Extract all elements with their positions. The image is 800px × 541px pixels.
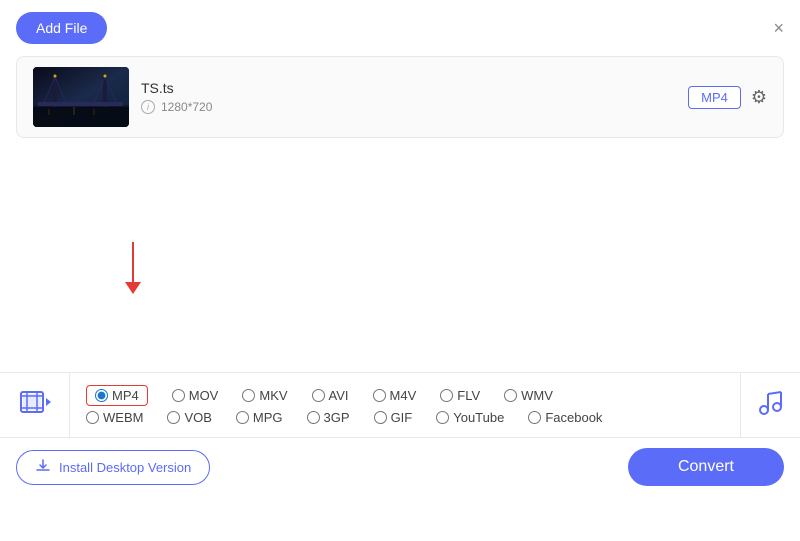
format-row-1: MP4 MOV MKV AVI M4V FLV <box>86 385 724 406</box>
format-option-avi[interactable]: AVI <box>312 388 349 403</box>
add-file-button[interactable]: Add File <box>16 12 107 44</box>
install-download-icon <box>35 458 51 477</box>
format-option-mkv[interactable]: MKV <box>242 388 287 403</box>
format-radio-facebook[interactable] <box>528 411 541 424</box>
install-label: Install Desktop Version <box>59 460 191 475</box>
file-name: TS.ts <box>141 80 676 96</box>
format-radio-avi[interactable] <box>312 389 325 402</box>
video-icon <box>19 386 51 425</box>
format-label-gif: GIF <box>391 410 413 425</box>
arrow-indicator <box>125 242 141 294</box>
format-option-wmv[interactable]: WMV <box>504 388 553 403</box>
format-option-youtube[interactable]: YouTube <box>436 410 504 425</box>
format-label-avi: AVI <box>329 388 349 403</box>
convert-button[interactable]: Convert <box>628 448 784 486</box>
format-panel: MP4 MOV MKV AVI M4V FLV <box>0 372 800 438</box>
info-icon: i <box>141 100 155 114</box>
format-radio-mkv[interactable] <box>242 389 255 402</box>
format-option-m4v[interactable]: M4V <box>373 388 417 403</box>
file-meta: i 1280*720 <box>141 100 676 114</box>
format-options: MP4 MOV MKV AVI M4V FLV <box>70 373 740 437</box>
format-label-mpg: MPG <box>253 410 283 425</box>
format-label-webm: WEBM <box>103 410 143 425</box>
format-radio-webm[interactable] <box>86 411 99 424</box>
format-radio-3gp[interactable] <box>307 411 320 424</box>
format-radio-mp4[interactable] <box>95 389 108 402</box>
format-radio-flv[interactable] <box>440 389 453 402</box>
format-label-mp4: MP4 <box>112 388 139 403</box>
music-format-icon-area[interactable] <box>740 373 800 437</box>
file-thumbnail <box>33 67 129 127</box>
format-radio-mov[interactable] <box>172 389 185 402</box>
arrow-head <box>125 282 141 294</box>
format-option-mpg[interactable]: MPG <box>236 410 283 425</box>
settings-button[interactable]: ⚙ <box>751 87 767 108</box>
format-label-flv: FLV <box>457 388 480 403</box>
install-desktop-button[interactable]: Install Desktop Version <box>16 450 210 485</box>
file-actions: MP4 ⚙ <box>688 86 767 109</box>
close-button[interactable]: × <box>773 19 784 37</box>
format-option-flv[interactable]: FLV <box>440 388 480 403</box>
video-format-icon-area <box>0 373 70 437</box>
format-option-mov[interactable]: MOV <box>172 388 219 403</box>
middle-area <box>0 142 800 372</box>
format-option-mp4[interactable]: MP4 <box>86 385 148 406</box>
format-option-3gp[interactable]: 3GP <box>307 410 350 425</box>
format-label-vob: VOB <box>184 410 211 425</box>
format-radio-m4v[interactable] <box>373 389 386 402</box>
format-option-webm[interactable]: WEBM <box>86 410 143 425</box>
music-icon <box>757 388 785 423</box>
format-option-facebook[interactable]: Facebook <box>528 410 602 425</box>
file-resolution: 1280*720 <box>161 100 212 114</box>
format-label-m4v: M4V <box>390 388 417 403</box>
format-radio-mpg[interactable] <box>236 411 249 424</box>
format-row-2: WEBM VOB MPG 3GP GIF YouTube <box>86 410 724 425</box>
format-option-vob[interactable]: VOB <box>167 410 211 425</box>
header: Add File × <box>0 0 800 52</box>
format-label-youtube: YouTube <box>453 410 504 425</box>
format-label-wmv: WMV <box>521 388 553 403</box>
format-label-mov: MOV <box>189 388 219 403</box>
format-label-facebook: Facebook <box>545 410 602 425</box>
file-row: TS.ts i 1280*720 MP4 ⚙ <box>16 56 784 138</box>
format-radio-wmv[interactable] <box>504 389 517 402</box>
format-badge-button[interactable]: MP4 <box>688 86 741 109</box>
format-radio-youtube[interactable] <box>436 411 449 424</box>
format-option-gif[interactable]: GIF <box>374 410 413 425</box>
format-radio-vob[interactable] <box>167 411 180 424</box>
format-label-3gp: 3GP <box>324 410 350 425</box>
footer: Install Desktop Version Convert <box>0 438 800 496</box>
format-label-mkv: MKV <box>259 388 287 403</box>
format-radio-gif[interactable] <box>374 411 387 424</box>
file-info: TS.ts i 1280*720 <box>141 80 676 114</box>
arrow-line <box>132 242 134 282</box>
